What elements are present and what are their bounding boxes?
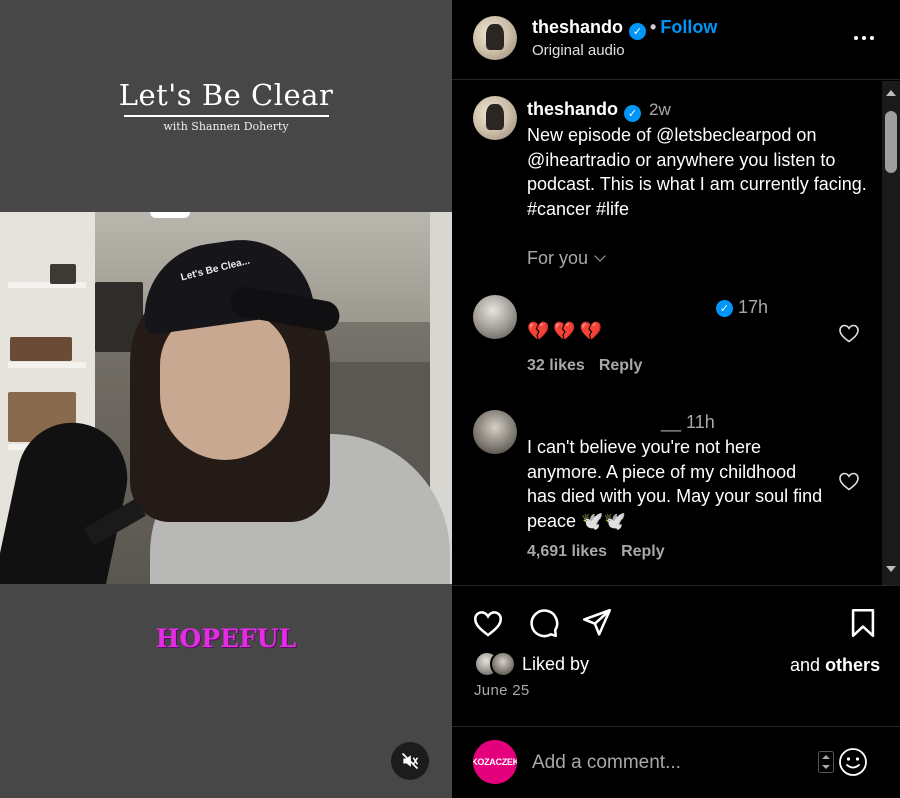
caption-text: New episode of @letsbeclearpod on @ihear… (527, 125, 867, 219)
liked-by-row: Liked by (474, 651, 589, 677)
scrollbar[interactable] (882, 81, 900, 585)
comments-scroll-area[interactable]: theshando ✓ 2w New episode of @letsbeclear… (452, 81, 900, 586)
caption-header: theshando ✓ 2w (527, 99, 671, 122)
overlay-caption: HOPEFUL (155, 624, 297, 653)
smiley-icon[interactable] (837, 746, 869, 778)
comment-time: 17h (738, 297, 769, 317)
liked-by-label: Liked by (522, 654, 590, 674)
verified-badge-icon: ✓ (629, 23, 647, 40)
others-label: others (825, 655, 881, 675)
mute-button[interactable] (391, 742, 429, 780)
post-actions (452, 600, 900, 644)
verified-badge-icon: ✓ (624, 105, 642, 122)
comment-header: __ 11h (661, 412, 715, 433)
author-avatar[interactable] (473, 16, 517, 60)
for-you-label: For you (527, 248, 589, 268)
avatar-logo-text: KOZACZEK (473, 757, 517, 767)
reply-button[interactable]: Reply (621, 543, 665, 560)
media-pane[interactable]: Let's Be Clear with Shannen Doherty Let'… (0, 0, 452, 798)
current-user-avatar: KOZACZEK (473, 740, 517, 784)
bookmark-icon[interactable] (846, 606, 880, 640)
liker-avatar[interactable] (490, 651, 516, 677)
likes-others[interactable]: and others (790, 655, 880, 676)
header-username-row: theshando ✓ • Follow (532, 17, 717, 40)
post-details: theshando ✓ • Follow Original audio theshan… (452, 0, 900, 798)
chevron-down-icon (594, 250, 606, 262)
comment-likes[interactable]: 32 likes (527, 357, 585, 374)
caption-avatar[interactable] (473, 96, 517, 140)
comment-text: I can't believe you're not here anymore.… (527, 437, 823, 531)
more-options-button[interactable] (850, 26, 878, 50)
comment-time: 11h (686, 412, 715, 432)
follow-button[interactable]: Follow (660, 17, 717, 37)
and-label: and (790, 655, 821, 675)
separator-dot: • (650, 17, 657, 37)
podcast-brand: Let's Be Clear with Shannen Doherty (0, 78, 452, 133)
verified-badge-icon: ✓ (716, 300, 733, 317)
comment-text: 💔💔💔 (527, 321, 607, 341)
shelf (8, 362, 86, 368)
comment-composer: KOZACZEK (452, 726, 900, 798)
comment-likes[interactable]: 4,691 likes (527, 543, 607, 560)
heart-outline-icon[interactable] (837, 469, 861, 493)
author-username[interactable]: theshando (532, 17, 623, 37)
brand-divider (123, 115, 329, 117)
video-ceiling-light (150, 212, 190, 218)
commenter-avatar[interactable] (473, 295, 517, 339)
reply-button[interactable]: Reply (599, 357, 643, 374)
input-spinner-icon[interactable] (818, 751, 834, 773)
brand-subtitle: with Shannen Doherty (163, 120, 289, 133)
comment-meta: 4,691 likes Reply (527, 543, 665, 561)
scroll-down-arrow-icon[interactable] (886, 566, 896, 572)
speaker-muted-icon (401, 752, 419, 770)
caption-username[interactable]: theshando (527, 99, 618, 119)
comment-bubble-icon[interactable] (526, 606, 560, 640)
audio-link[interactable]: Original audio (532, 42, 625, 59)
comment-input[interactable] (532, 747, 812, 779)
scroll-up-arrow-icon[interactable] (886, 90, 896, 96)
caption-time: 2w (649, 100, 671, 119)
brand-title: Let's Be Clear (118, 78, 334, 112)
comment-meta: 32 likes Reply (527, 357, 642, 375)
paper-plane-icon[interactable] (580, 606, 614, 640)
for-you-toggle[interactable]: For you (527, 248, 606, 269)
picture-frame (50, 264, 76, 284)
commenter-avatar[interactable] (473, 410, 517, 454)
post-date: June 25 (474, 682, 530, 699)
scrollbar-thumb[interactable] (885, 111, 897, 173)
shelf-basket (10, 337, 72, 361)
comment-username[interactable]: __ (661, 412, 681, 432)
more-dot (870, 36, 874, 40)
more-dot (862, 36, 866, 40)
post-header: theshando ✓ • Follow Original audio (452, 0, 900, 80)
heart-icon[interactable] (471, 606, 505, 640)
heart-outline-icon[interactable] (837, 321, 861, 345)
more-horizontal-icon (854, 36, 858, 40)
host-face (160, 310, 290, 460)
video-frame[interactable]: Let's Be Clea... (0, 212, 452, 584)
